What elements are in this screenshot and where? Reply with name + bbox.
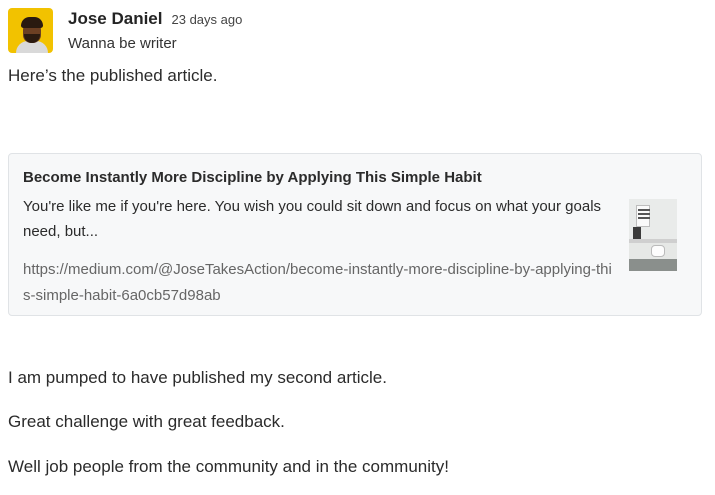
post-header: Jose Daniel 23 days ago Wanna be writer: [8, 8, 242, 53]
author-name[interactable]: Jose Daniel: [68, 9, 163, 29]
link-preview-url[interactable]: https://medium.com/@JoseTakesAction/beco…: [23, 257, 613, 309]
thumbnail-poster: [636, 205, 650, 227]
author-block: Jose Daniel 23 days ago Wanna be writer: [68, 9, 242, 52]
link-preview-description: You're like me if you're here. You wish …: [23, 198, 602, 240]
avatar-hair-shape: [21, 17, 43, 28]
author-line: Jose Daniel 23 days ago: [68, 9, 242, 29]
post-timestamp[interactable]: 23 days ago: [172, 12, 243, 27]
avatar[interactable]: [8, 8, 53, 53]
thumbnail-desk: [629, 239, 677, 243]
post-paragraph: Great challenge with great feedback.: [8, 412, 285, 431]
article-thumbnail-icon[interactable]: [629, 199, 677, 271]
thumbnail-poster-lines: [638, 209, 650, 211]
link-preview-title[interactable]: Become Instantly More Discipline by Appl…: [23, 169, 482, 186]
thumbnail-chair: [651, 245, 665, 257]
thumbnail-lamp: [633, 227, 641, 239]
link-preview-card[interactable]: Become Instantly More Discipline by Appl…: [8, 153, 702, 316]
post-intro-text: Here’s the published article.: [8, 66, 218, 85]
thumbnail-floor: [629, 259, 677, 271]
post-paragraph: I am pumped to have published my second …: [8, 368, 387, 387]
post-paragraph: Well job people from the community and i…: [8, 457, 449, 476]
author-role: Wanna be writer: [68, 35, 177, 52]
